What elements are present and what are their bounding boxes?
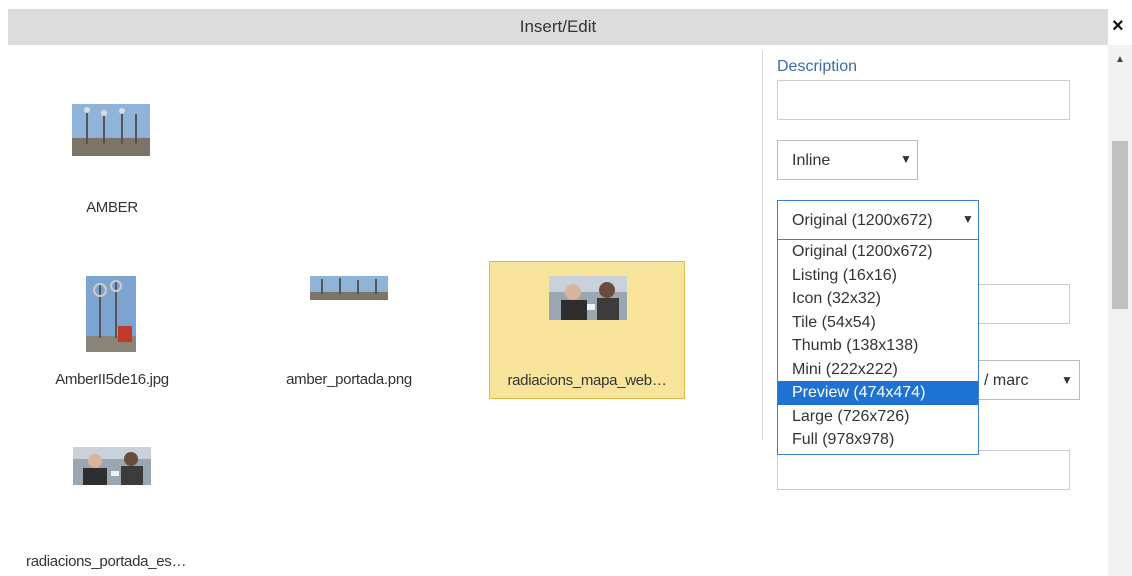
amber-banner-thumbnail (310, 276, 388, 300)
gallery-item-label: AMBER (86, 199, 138, 216)
size-option[interactable]: Tile (54x54) (778, 311, 978, 335)
alignment-select[interactable]: Inline ▼ (777, 140, 918, 180)
size-option-highlighted[interactable]: Preview (474x474) (778, 381, 978, 405)
dialog-titlebar: Insert/Edit (8, 9, 1108, 45)
vertical-scrollbar[interactable]: ▲ (1108, 45, 1132, 576)
size-option[interactable]: Large (726x726) (778, 405, 978, 429)
gallery-item-amber-portada[interactable]: amber_portada.png (251, 261, 447, 399)
description-input[interactable] (777, 80, 1070, 120)
size-select-value: Original (1200x672) (792, 212, 933, 229)
amber-tower-thumbnail (86, 276, 136, 352)
chevron-down-icon: ▼ (962, 212, 974, 226)
gallery-item-label: radiacions_portada_es… (26, 553, 187, 570)
size-option[interactable]: Icon (32x32) (778, 287, 978, 311)
gallery-item-label: amber_portada.png (286, 371, 412, 388)
scroll-up-icon[interactable]: ▲ (1115, 55, 1125, 65)
size-option[interactable]: Listing (16x16) (778, 264, 978, 288)
close-icon[interactable]: × (1112, 16, 1132, 36)
extra-input[interactable] (777, 450, 1070, 490)
gallery-item-amber[interactable]: AMBER (14, 59, 210, 216)
gallery-item-label: AmberII5de16.jpg (55, 371, 169, 388)
gallery-item-radiacions-portada[interactable]: radiacions_portada_es… (14, 435, 210, 573)
alignment-select-value: Inline (792, 152, 831, 169)
size-option[interactable]: Thumb (138x138) (778, 334, 978, 358)
size-option[interactable]: Full (978x978) (778, 428, 978, 452)
size-option[interactable]: Original (1200x672) (778, 240, 978, 264)
amber-thumbnail (72, 104, 150, 156)
radiacions-portada-thumbnail (73, 447, 151, 485)
size-select[interactable]: Original (1200x672) ▼ (777, 200, 979, 240)
gallery-item-radiacions-mapa[interactable]: radiacions_mapa_web… (489, 261, 685, 399)
chevron-down-icon: ▼ (900, 152, 912, 166)
gallery-item-label: radiacions_mapa_web… (507, 372, 667, 389)
chevron-down-icon: ▼ (1061, 373, 1073, 387)
radiacions-people-thumbnail (549, 276, 627, 320)
description-label: Description (777, 58, 858, 75)
size-option[interactable]: Mini (222x222) (778, 358, 978, 382)
media-gallery: AMBER AmberII5de16.jpg amber_portada.png (0, 45, 760, 576)
target-select-value: / marc (984, 372, 1029, 389)
scrollbar-thumb[interactable] (1112, 141, 1128, 309)
dialog-title: Insert/Edit (519, 17, 597, 36)
gallery-item-amber-jpg[interactable]: AmberII5de16.jpg (14, 261, 210, 399)
size-dropdown-list: Original (1200x672) Listing (16x16) Icon… (777, 239, 979, 455)
